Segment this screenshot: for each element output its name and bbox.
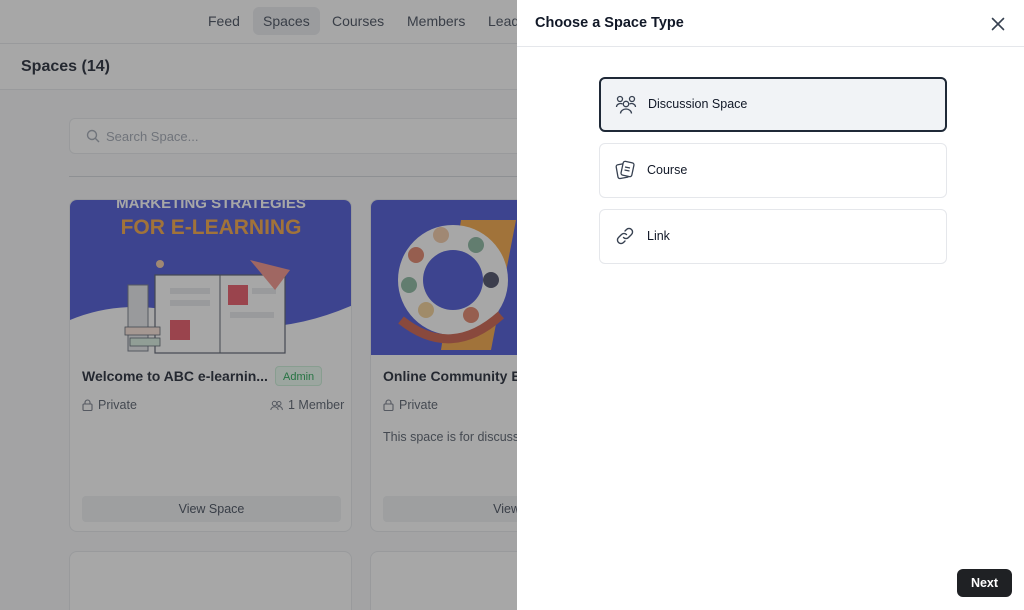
option-course[interactable]: Course (599, 143, 947, 198)
close-icon[interactable] (987, 13, 1009, 35)
option-label: Course (647, 163, 688, 177)
link-icon (616, 227, 634, 245)
option-label: Discussion Space (648, 97, 748, 111)
people-icon (615, 95, 637, 114)
panel-header: Choose a Space Type (517, 0, 1024, 47)
option-discussion-space[interactable]: Discussion Space (599, 77, 947, 132)
course-cards-icon (615, 160, 635, 180)
panel-title: Choose a Space Type (535, 15, 684, 31)
option-label: Link (647, 229, 670, 243)
next-button[interactable]: Next (957, 569, 1012, 597)
option-link[interactable]: Link (599, 209, 947, 264)
choose-space-type-panel: Choose a Space Type Discussion Space Cou… (517, 0, 1024, 610)
